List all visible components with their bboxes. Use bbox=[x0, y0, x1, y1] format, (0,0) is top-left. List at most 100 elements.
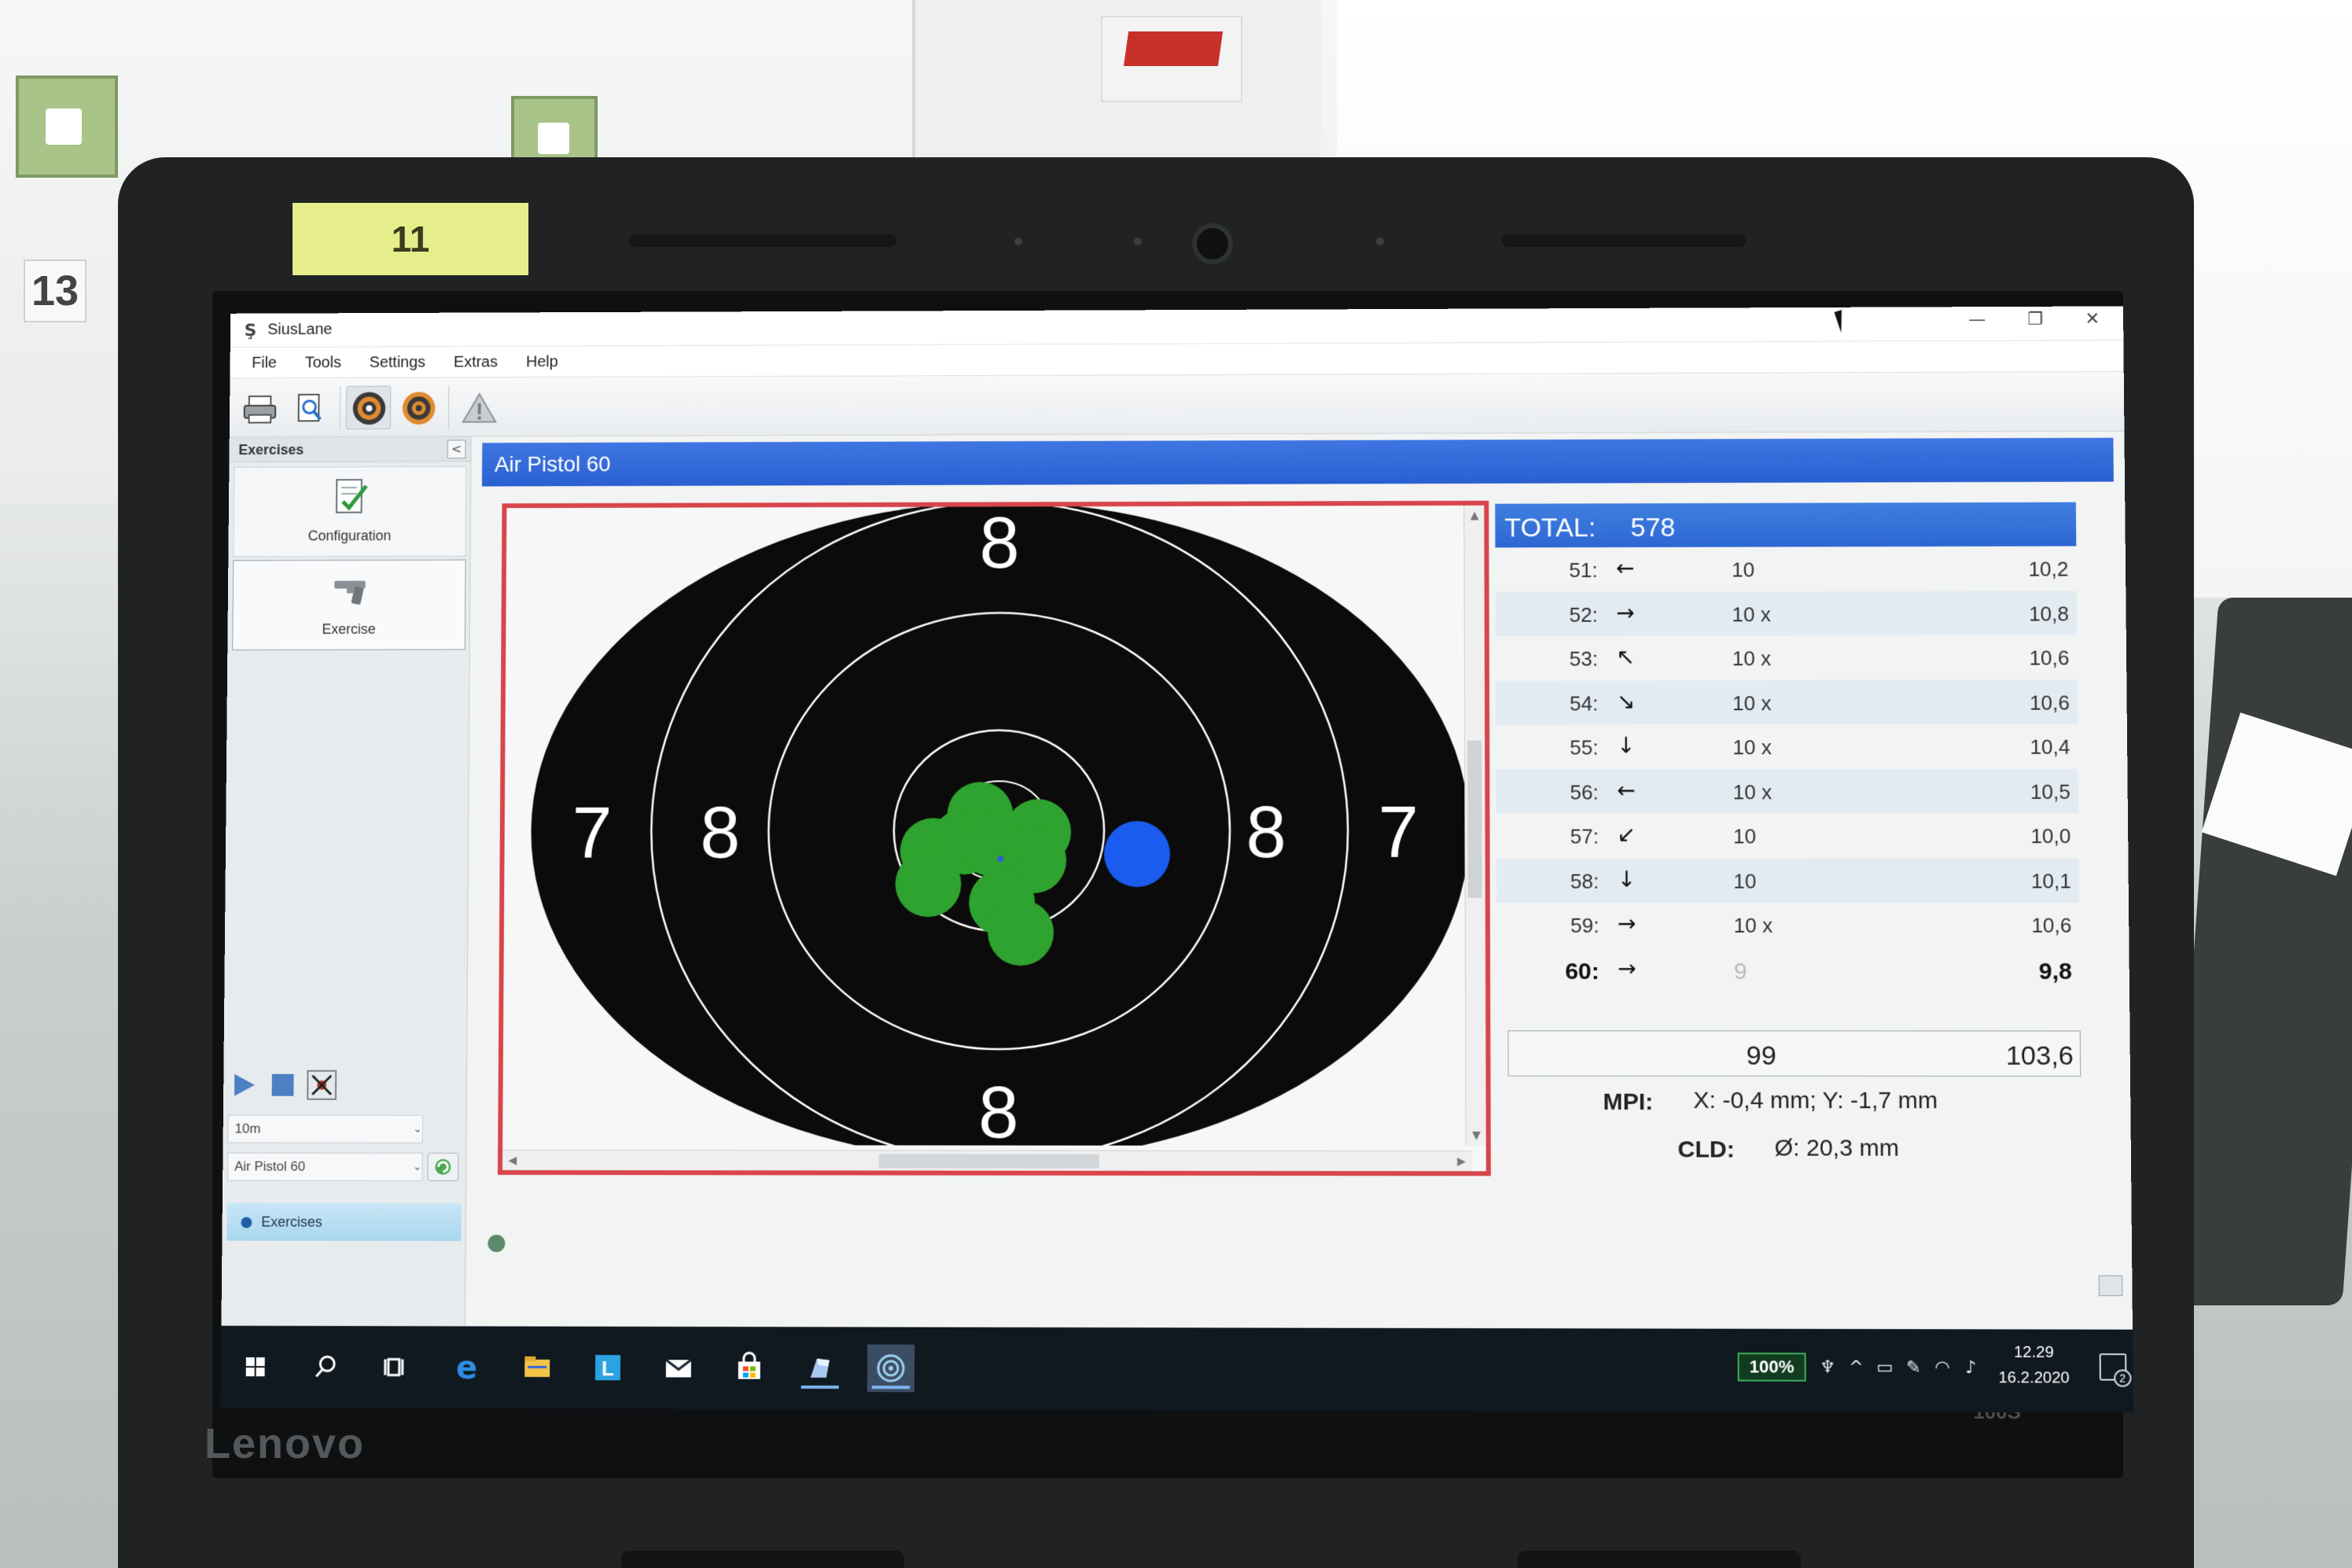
shot-hole bbox=[895, 851, 962, 918]
indicator-led bbox=[1014, 237, 1022, 245]
target-score-icon[interactable] bbox=[396, 385, 441, 429]
mpi-value: X: -0,4 mm; Y: -1,7 mm bbox=[1693, 1087, 1938, 1114]
shot-number: 53: bbox=[1569, 646, 1599, 671]
clock-date[interactable]: 16.2.2020 bbox=[1983, 1369, 2085, 1388]
shot-score: 9 bbox=[1733, 958, 1747, 985]
shot-decimal-score: 10,5 bbox=[2030, 779, 2071, 804]
target-view-icon[interactable] bbox=[345, 385, 392, 430]
task-view-icon[interactable] bbox=[373, 1343, 420, 1390]
app-pen-icon[interactable] bbox=[797, 1345, 844, 1393]
shot-row-latest[interactable]: 60: → 9 9,8 bbox=[1496, 947, 2080, 992]
laptop-brand: Lenovo bbox=[204, 1420, 366, 1467]
printer-icon[interactable] bbox=[237, 386, 283, 429]
clock-time[interactable]: 12.29 bbox=[1994, 1344, 2074, 1363]
series-sum: 99 103,6 bbox=[1507, 1030, 2081, 1077]
vertical-scrollbar[interactable]: ▲ ▼ bbox=[1463, 505, 1486, 1147]
apply-program-button[interactable] bbox=[427, 1152, 459, 1181]
shot-score: 10 x bbox=[1732, 735, 1772, 760]
horizontal-scrollbar[interactable]: ◀ ▶ bbox=[502, 1150, 1472, 1172]
menu-tools[interactable]: Tools bbox=[293, 347, 354, 378]
series-sum-decimal: 103,6 bbox=[2005, 1040, 2074, 1071]
file-explorer-icon[interactable] bbox=[513, 1344, 561, 1391]
vertical-scroll-thumb[interactable] bbox=[1467, 740, 1482, 898]
shot-number: 51: bbox=[1569, 558, 1598, 582]
pen-tray-icon[interactable]: ✎ bbox=[1903, 1358, 1924, 1378]
shot-direction-arrow-icon: ↖ bbox=[1616, 643, 1636, 670]
chevron-down-icon[interactable]: ⌄ bbox=[408, 1153, 425, 1181]
shot-row[interactable]: 56: ← 10 x 10,5 bbox=[1496, 768, 2079, 814]
shot-row[interactable]: 55: ↓ 10 x 10,4 bbox=[1496, 724, 2078, 770]
shot-score: 10 x bbox=[1733, 913, 1773, 937]
volume-icon[interactable]: ♪ bbox=[1960, 1358, 1982, 1378]
store-l-icon[interactable]: L bbox=[584, 1344, 631, 1391]
shot-number: 59: bbox=[1570, 913, 1599, 937]
program-select[interactable]: Air Pistol 60 bbox=[227, 1152, 423, 1181]
reset-target-icon[interactable] bbox=[306, 1069, 337, 1101]
scroll-right-icon[interactable]: ▶ bbox=[1453, 1153, 1470, 1170]
distance-select[interactable]: 10m bbox=[227, 1114, 423, 1143]
shot-hole bbox=[958, 810, 1025, 877]
refresh-icon bbox=[428, 1154, 458, 1180]
sidebar-item-configuration[interactable]: Configuration bbox=[233, 466, 467, 558]
window-title: SiusLane bbox=[267, 321, 333, 339]
windows-start-icon[interactable] bbox=[232, 1343, 279, 1390]
siuslane-icon[interactable] bbox=[867, 1344, 915, 1393]
chevron-up-icon[interactable]: ^ bbox=[1846, 1358, 1867, 1378]
search-icon[interactable] bbox=[302, 1343, 349, 1390]
shot-direction-arrow-icon: ↘ bbox=[1616, 687, 1636, 714]
shot-number: 56: bbox=[1570, 779, 1599, 804]
shot-row[interactable]: 59: → 10 x 10,6 bbox=[1496, 902, 2080, 947]
neighbor-laptop bbox=[2169, 598, 2352, 1305]
mail-icon[interactable] bbox=[655, 1344, 702, 1392]
shot-row[interactable]: 58: ↓ 10 10,1 bbox=[1496, 857, 2080, 903]
shot-score: 10 x bbox=[1732, 646, 1772, 671]
scroll-down-icon[interactable]: ▼ bbox=[1468, 1127, 1485, 1144]
sidebar-item-label: Exercise bbox=[322, 621, 376, 637]
wifi-icon[interactable]: ◠ bbox=[1932, 1358, 1953, 1378]
ring-label-right-inner: 8 bbox=[1246, 792, 1286, 873]
sidebar-item-exercise[interactable]: Exercise bbox=[232, 559, 466, 651]
battery-level[interactable]: 100% bbox=[1737, 1353, 1806, 1382]
shot-score: 10 x bbox=[1732, 602, 1771, 626]
shot-number: 55: bbox=[1570, 735, 1599, 760]
play-icon[interactable] bbox=[228, 1069, 259, 1101]
shot-list: 51: ← 10 10,2 52: → 10 x 10,8 53: ↖ 10 x… bbox=[1495, 547, 2080, 992]
shot-score: 10 bbox=[1732, 824, 1757, 848]
shot-direction-arrow-icon: → bbox=[1616, 599, 1635, 626]
hinge bbox=[621, 1551, 904, 1568]
speaker-slot bbox=[629, 234, 896, 247]
chevron-down-icon[interactable]: ⌄ bbox=[409, 1115, 426, 1143]
shot-row[interactable]: 52: → 10 x 10,8 bbox=[1495, 590, 2078, 636]
edge-icon[interactable]: e bbox=[443, 1344, 490, 1391]
total-score: 578 bbox=[1630, 512, 1676, 543]
target-display[interactable]: 8 8 7 8 8 7 ▲ ▼ ◀ ▶ bbox=[497, 500, 1491, 1176]
menu-extras[interactable]: Extras bbox=[441, 347, 510, 378]
shot-row[interactable]: 51: ← 10 10,2 bbox=[1495, 547, 2076, 592]
scroll-up-icon[interactable]: ▲ bbox=[1466, 507, 1483, 525]
stop-icon[interactable] bbox=[267, 1069, 299, 1101]
print-preview-icon[interactable] bbox=[287, 386, 333, 429]
minimize-button[interactable]: — bbox=[1949, 310, 2005, 338]
scroll-left-icon[interactable]: ◀ bbox=[504, 1152, 521, 1169]
menu-file[interactable]: File bbox=[239, 348, 289, 379]
horizontal-scroll-thumb[interactable] bbox=[878, 1154, 1099, 1169]
menu-help[interactable]: Help bbox=[513, 346, 570, 377]
nav-exercises[interactable]: Exercises bbox=[226, 1202, 462, 1242]
shot-row[interactable]: 54: ↘ 10 x 10,6 bbox=[1495, 679, 2078, 725]
ring-label-top: 8 bbox=[979, 506, 1019, 583]
shot-row[interactable]: 57: ↙ 10 10,0 bbox=[1496, 813, 2079, 858]
menu-settings[interactable]: Settings bbox=[357, 347, 438, 378]
ring-label-right-outer: 7 bbox=[1378, 792, 1419, 873]
store-bag-icon[interactable] bbox=[726, 1344, 773, 1392]
indicator-led bbox=[1134, 237, 1142, 245]
shot-row[interactable]: 53: ↖ 10 x 10,6 bbox=[1496, 635, 2078, 680]
collapse-sidebar-button[interactable]: < bbox=[447, 440, 466, 459]
battery-icon[interactable]: ▭ bbox=[1875, 1358, 1896, 1378]
close-button[interactable]: ✕ bbox=[2065, 309, 2121, 337]
ring-label-left-inner: 8 bbox=[700, 793, 740, 873]
microphone-icon[interactable]: ♆ bbox=[1817, 1357, 1838, 1378]
maximize-button[interactable]: ❐ bbox=[2008, 310, 2063, 338]
svg-text:e: e bbox=[456, 1349, 477, 1386]
warning-icon[interactable] bbox=[456, 385, 502, 429]
window-corner-icon[interactable] bbox=[2098, 1275, 2123, 1297]
